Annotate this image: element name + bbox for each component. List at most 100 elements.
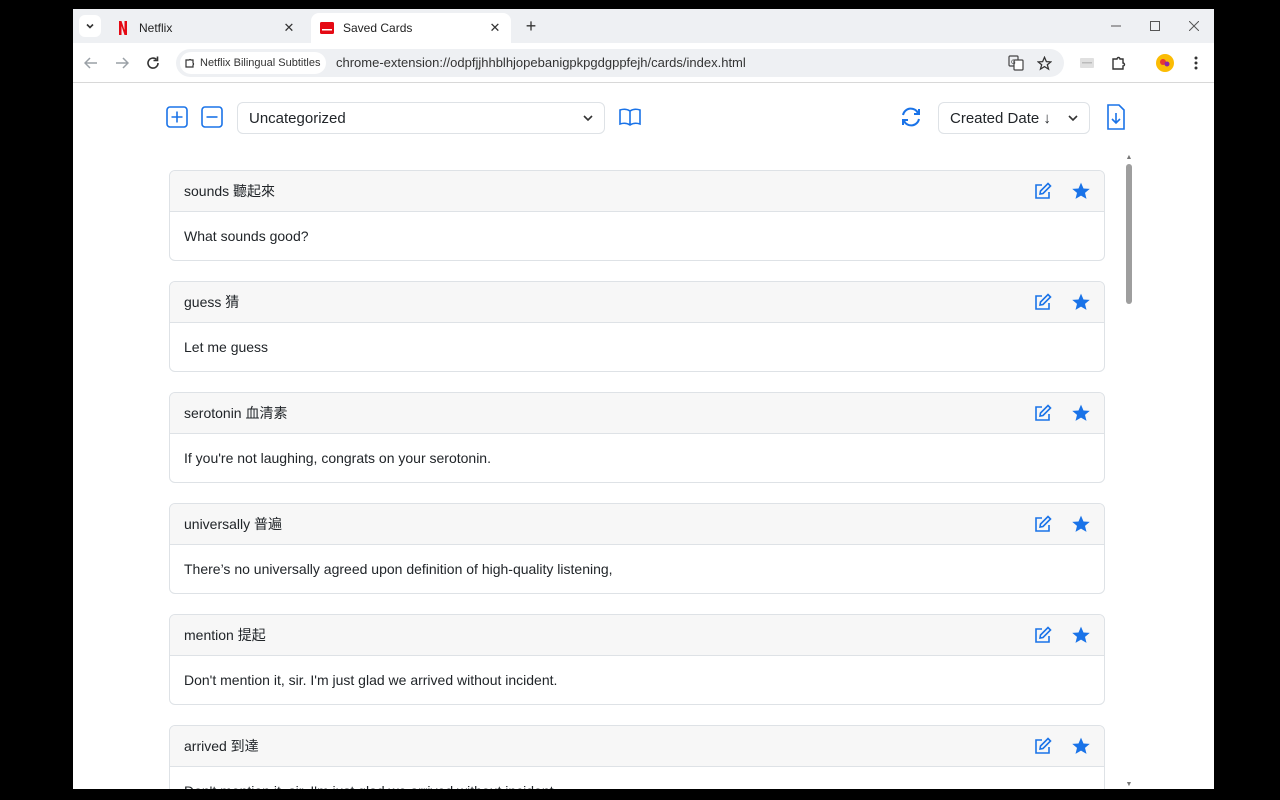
remove-button[interactable]: [200, 105, 224, 129]
minimize-button[interactable]: [1104, 15, 1128, 37]
tab-saved-cards[interactable]: Saved Cards ✕: [311, 13, 511, 43]
close-window-button[interactable]: [1182, 15, 1206, 37]
back-button[interactable]: [79, 51, 103, 75]
scroll-down-arrow-icon[interactable]: ▼: [1125, 781, 1133, 789]
minimize-icon: [1111, 25, 1121, 27]
saved-cards-icon: [319, 20, 335, 36]
card-sentence-area: Let me guess: [170, 323, 1104, 371]
reload-button[interactable]: [141, 51, 165, 75]
card-sentence: Don't mention it, sir. I'm just glad we …: [184, 783, 557, 789]
edit-icon[interactable]: [1033, 736, 1053, 756]
tab-netflix[interactable]: Netflix ✕: [107, 13, 305, 43]
edit-icon[interactable]: [1033, 292, 1053, 312]
extensions-puzzle-icon[interactable]: [1107, 51, 1131, 75]
card-word: arrived 到達: [184, 738, 259, 754]
browser-toolbar: Netflix Bilingual Subtitles chrome-exten…: [73, 43, 1214, 83]
card-sentence-area: Don't mention it, sir. I'm just glad we …: [170, 767, 1104, 789]
card-sentence: If you're not laughing, congrats on your…: [184, 450, 491, 466]
sync-icon: [902, 107, 920, 127]
card-word: sounds 聽起來: [184, 183, 276, 199]
card-word: guess 猜: [184, 294, 240, 310]
close-icon: [1189, 21, 1199, 31]
card-header: guess 猜: [170, 282, 1104, 323]
arrow-right-icon: [116, 57, 129, 69]
card-header: mention 提起: [170, 615, 1104, 656]
arrow-left-icon: [84, 57, 97, 69]
saved-card: sounds 聽起來 What sounds good?: [169, 170, 1105, 261]
star-icon[interactable]: [1071, 625, 1091, 645]
saved-cards-page: Uncategorized Created Date ↓ sounds 聽起來 W…: [73, 84, 1214, 789]
chevron-down-icon: [583, 115, 593, 122]
book-icon: [619, 108, 641, 126]
maximize-button[interactable]: [1143, 15, 1167, 37]
star-icon[interactable]: [1071, 514, 1091, 534]
tab-search-button[interactable]: [79, 15, 101, 37]
card-word: universally 普遍: [184, 516, 283, 532]
card-header: serotonin 血清素: [170, 393, 1104, 434]
tab-title: Netflix: [139, 21, 173, 35]
category-value: Uncategorized: [249, 109, 346, 127]
sort-value: Created Date ↓: [950, 109, 1051, 127]
minus-square-icon: [201, 106, 223, 128]
new-tab-button[interactable]: +: [521, 16, 541, 36]
translate-icon[interactable]: G: [1006, 53, 1026, 73]
sync-button[interactable]: [899, 105, 923, 129]
edit-icon[interactable]: [1033, 403, 1053, 423]
file-download-icon: [1107, 104, 1125, 130]
saved-card: arrived 到達 Don't mention it, sir. I'm jus…: [169, 725, 1105, 789]
card-sentence-area: There’s no universally agreed upon defin…: [170, 545, 1104, 593]
site-chip-label: Netflix Bilingual Subtitles: [200, 57, 321, 69]
chevron-down-icon: [86, 23, 94, 29]
tab-strip: Netflix ✕ Saved Cards ✕ +: [73, 9, 1214, 43]
bookmark-star-icon[interactable]: [1034, 53, 1054, 73]
scrollbar[interactable]: ▲ ▼: [1124, 154, 1134, 789]
close-icon[interactable]: ✕: [281, 20, 297, 36]
plus-square-icon: [166, 106, 188, 128]
saved-card: universally 普遍 There’s no universally agr…: [169, 503, 1105, 594]
card-word: serotonin 血清素: [184, 405, 288, 421]
saved-card: mention 提起 Don't mention it, sir. I'm jus…: [169, 614, 1105, 705]
tab-title: Saved Cards: [343, 21, 413, 35]
edit-icon[interactable]: [1033, 181, 1053, 201]
close-icon[interactable]: ✕: [487, 20, 503, 36]
address-bar[interactable]: Netflix Bilingual Subtitles chrome-exten…: [176, 49, 1064, 77]
maximize-icon: [1150, 21, 1160, 31]
card-header: arrived 到達: [170, 726, 1104, 767]
menu-kebab-icon[interactable]: [1184, 51, 1208, 75]
edit-icon[interactable]: [1033, 514, 1053, 534]
chevron-down-icon: [1068, 115, 1078, 122]
star-icon[interactable]: [1071, 736, 1091, 756]
extension-puzzle-icon: [185, 58, 195, 68]
card-word: mention 提起: [184, 627, 266, 643]
edit-icon[interactable]: [1033, 625, 1053, 645]
profile-avatar[interactable]: [1153, 51, 1177, 75]
card-list: sounds 聽起來 What sounds good? guess 猜 Let me…: [169, 170, 1105, 789]
star-icon[interactable]: [1071, 181, 1091, 201]
card-sentence-area: If you're not laughing, congrats on your…: [170, 434, 1104, 482]
sort-select[interactable]: Created Date ↓: [938, 102, 1090, 134]
category-select[interactable]: Uncategorized: [237, 102, 605, 134]
scroll-up-arrow-icon[interactable]: ▲: [1125, 154, 1133, 162]
extension-icon[interactable]: [1075, 51, 1099, 75]
card-sentence: Don't mention it, sir. I'm just glad we …: [184, 672, 558, 688]
scroll-thumb[interactable]: [1126, 164, 1132, 304]
review-book-button[interactable]: [617, 105, 643, 129]
svg-text:G: G: [1011, 59, 1016, 66]
export-button[interactable]: [1104, 104, 1128, 130]
netflix-icon: [115, 20, 131, 36]
card-header: universally 普遍: [170, 504, 1104, 545]
star-icon[interactable]: [1071, 292, 1091, 312]
saved-card: serotonin 血清素 If you're not laughing, con…: [169, 392, 1105, 483]
card-sentence-area: Don't mention it, sir. I'm just glad we …: [170, 656, 1104, 704]
star-icon[interactable]: [1071, 403, 1091, 423]
forward-button[interactable]: [110, 51, 134, 75]
site-info-chip[interactable]: Netflix Bilingual Subtitles: [180, 52, 327, 74]
add-button[interactable]: [165, 105, 189, 129]
card-sentence: Let me guess: [184, 339, 269, 355]
saved-card: guess 猜 Let me guess: [169, 281, 1105, 372]
url-text: chrome-extension://odpfjjhhblhjopebanigp…: [336, 55, 746, 70]
card-sentence-area: What sounds good?: [170, 212, 1104, 260]
card-sentence: There’s no universally agreed upon defin…: [184, 561, 613, 577]
reload-icon: [147, 56, 159, 69]
card-header: sounds 聽起來: [170, 171, 1104, 212]
